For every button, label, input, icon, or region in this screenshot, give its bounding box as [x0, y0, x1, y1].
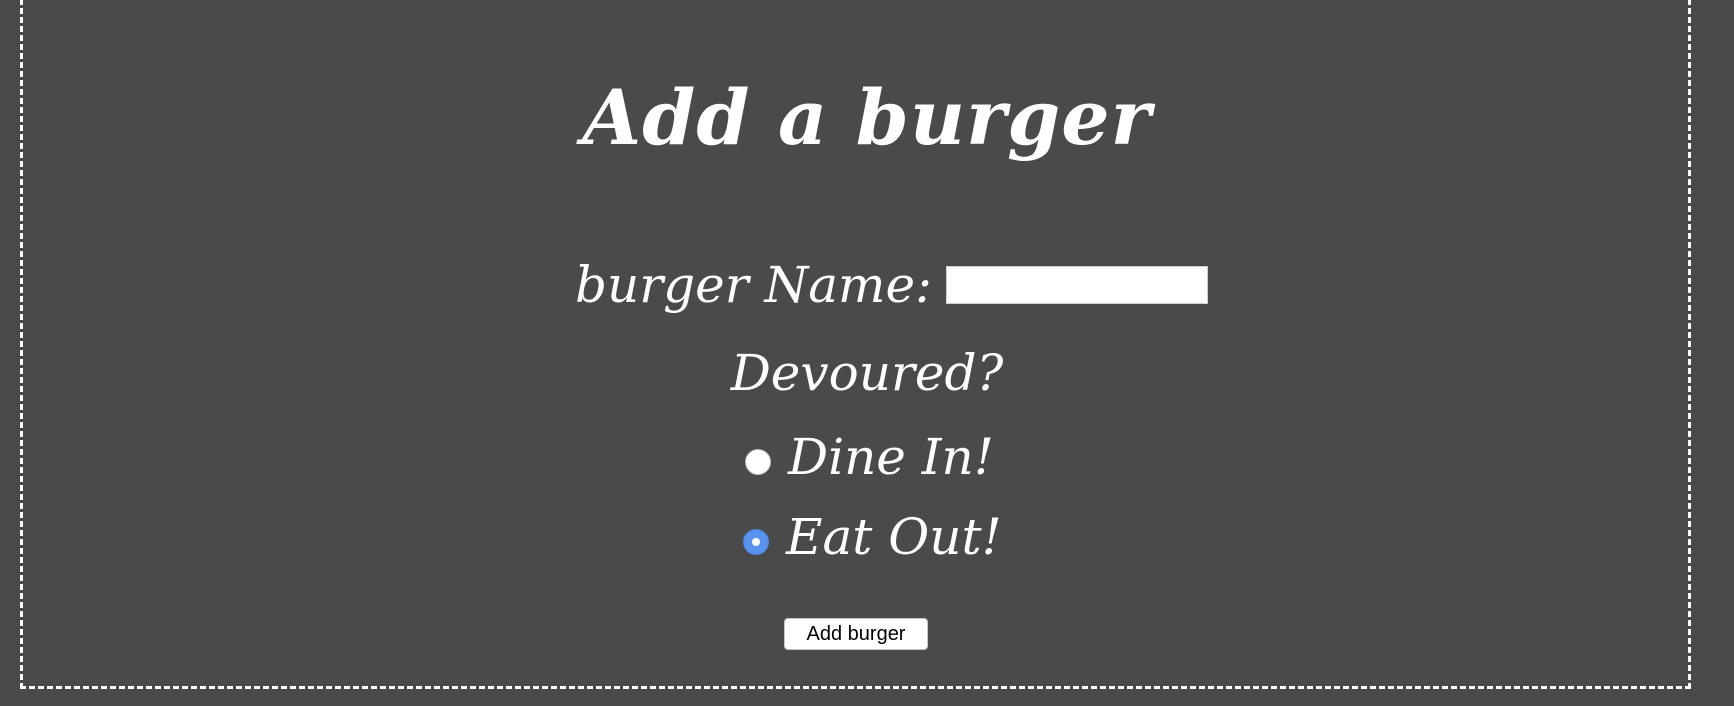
burger-name-input[interactable]: [945, 266, 1208, 304]
dine-in-radio[interactable]: [745, 449, 771, 475]
burger-name-row: burger Name:: [575, 255, 1208, 315]
eat-out-radio[interactable]: [743, 529, 769, 555]
option-eat-out[interactable]: Eat Out!: [743, 512, 1002, 562]
option-dine-in[interactable]: Dine In!: [745, 432, 994, 482]
eat-out-label: Eat Out!: [786, 508, 1002, 566]
burger-name-label: burger Name:: [575, 256, 932, 314]
devoured-label: Devoured?: [730, 344, 1004, 402]
page-title: Add a burger: [582, 73, 1152, 162]
add-burger-button[interactable]: Add burger: [784, 618, 928, 650]
dine-in-label: Dine In!: [788, 428, 994, 486]
